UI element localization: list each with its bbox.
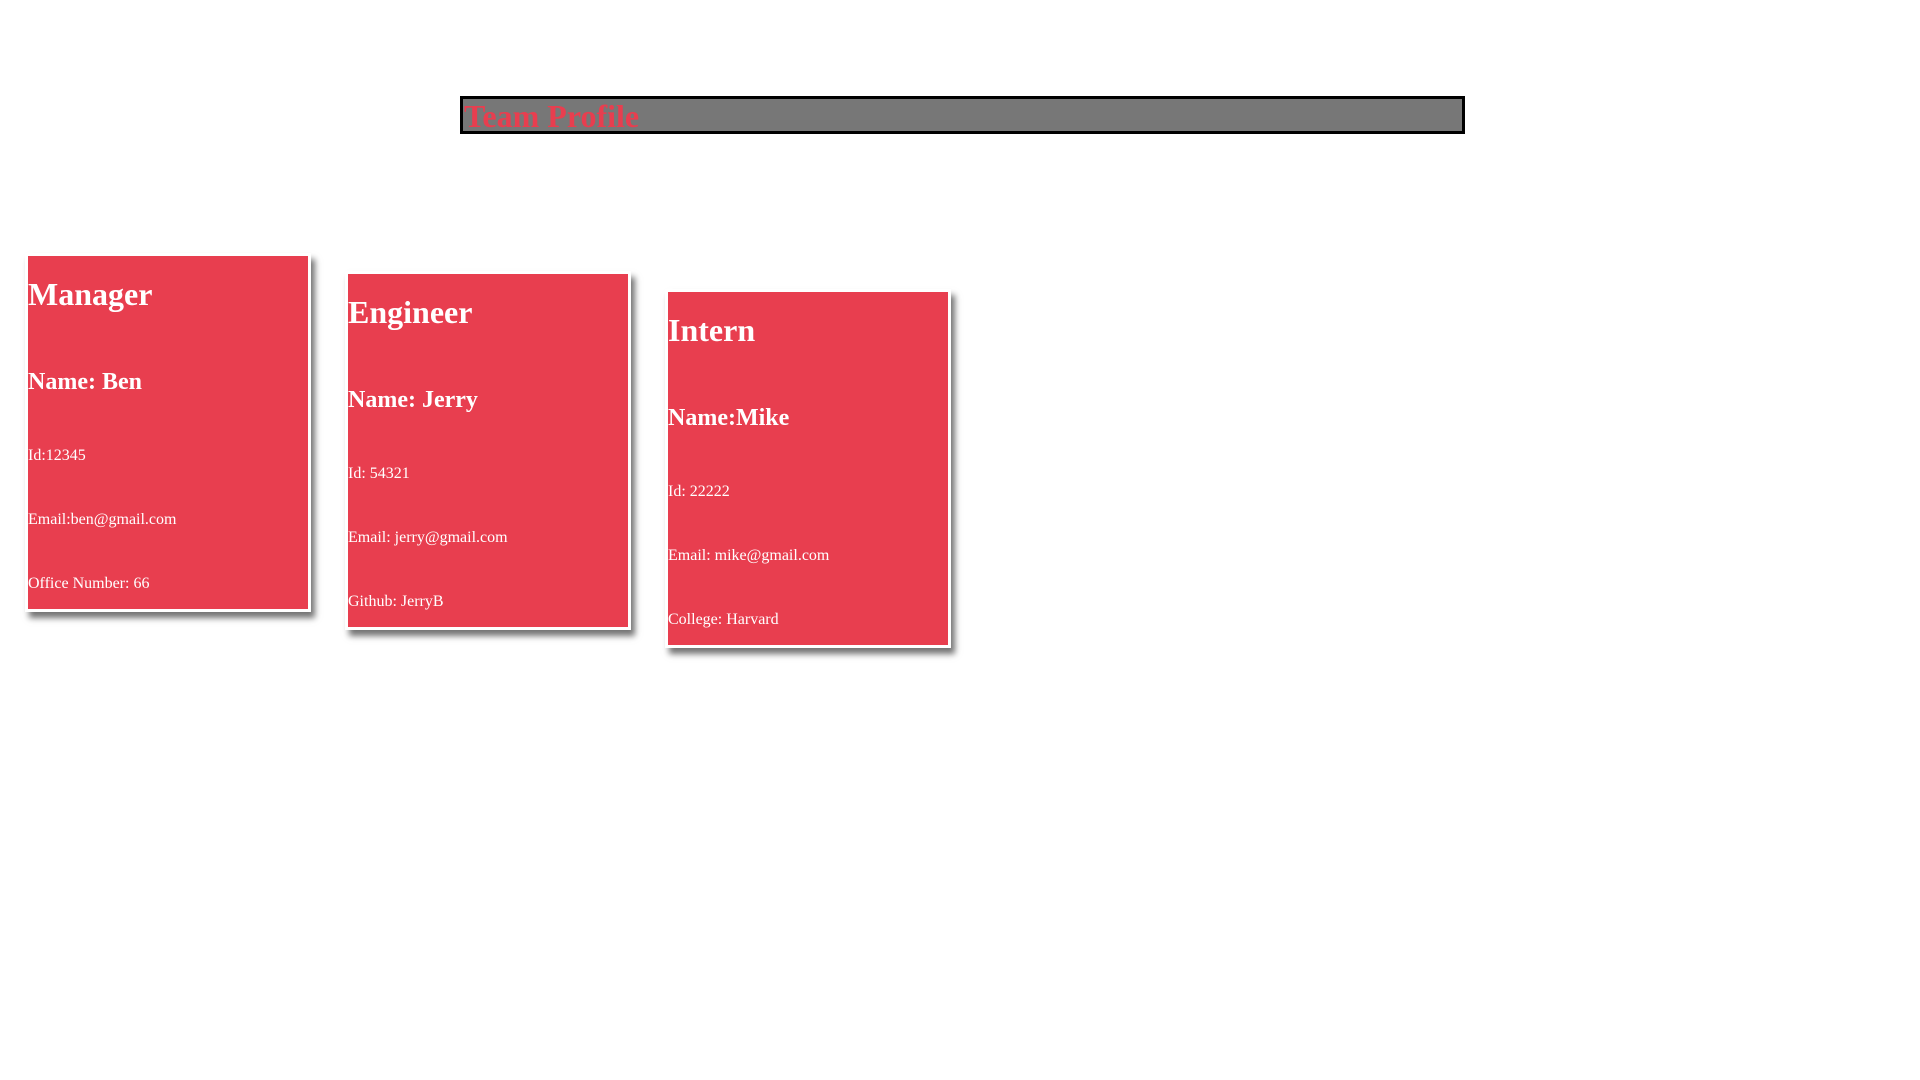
card-role: Manager [28,276,153,312]
header-bar: Team Profile [460,96,1465,134]
card-email: Email:ben@gmail.com [28,511,177,528]
card-role: Engineer [348,294,473,330]
engineer-card: Engineer Name: Jerry Id: 54321 Email: je… [345,271,631,630]
card-name: Name: Ben [28,369,142,395]
card-name: Name: Jerry [348,387,478,413]
card-email: Email: jerry@gmail.com [348,529,508,546]
page-title: Team Profile [464,98,640,134]
card-role: Intern [668,312,756,348]
card-office-number: Office Number: 66 [28,575,150,592]
card-college: College: Harvard [668,611,779,628]
card-github: Github: JerryB [348,593,444,610]
card-id: Id:12345 [28,447,86,464]
intern-card: Intern Name:Mike Id: 22222 Email: mike@g… [665,289,951,648]
card-name: Name:Mike [668,405,790,431]
page: Team Profile Manager Name: Ben Id:12345 … [0,0,1920,1080]
card-email: Email: mike@gmail.com [668,547,830,564]
card-id: Id: 54321 [348,465,410,482]
manager-card: Manager Name: Ben Id:12345 Email:ben@gma… [25,253,311,612]
card-id: Id: 22222 [668,483,730,500]
